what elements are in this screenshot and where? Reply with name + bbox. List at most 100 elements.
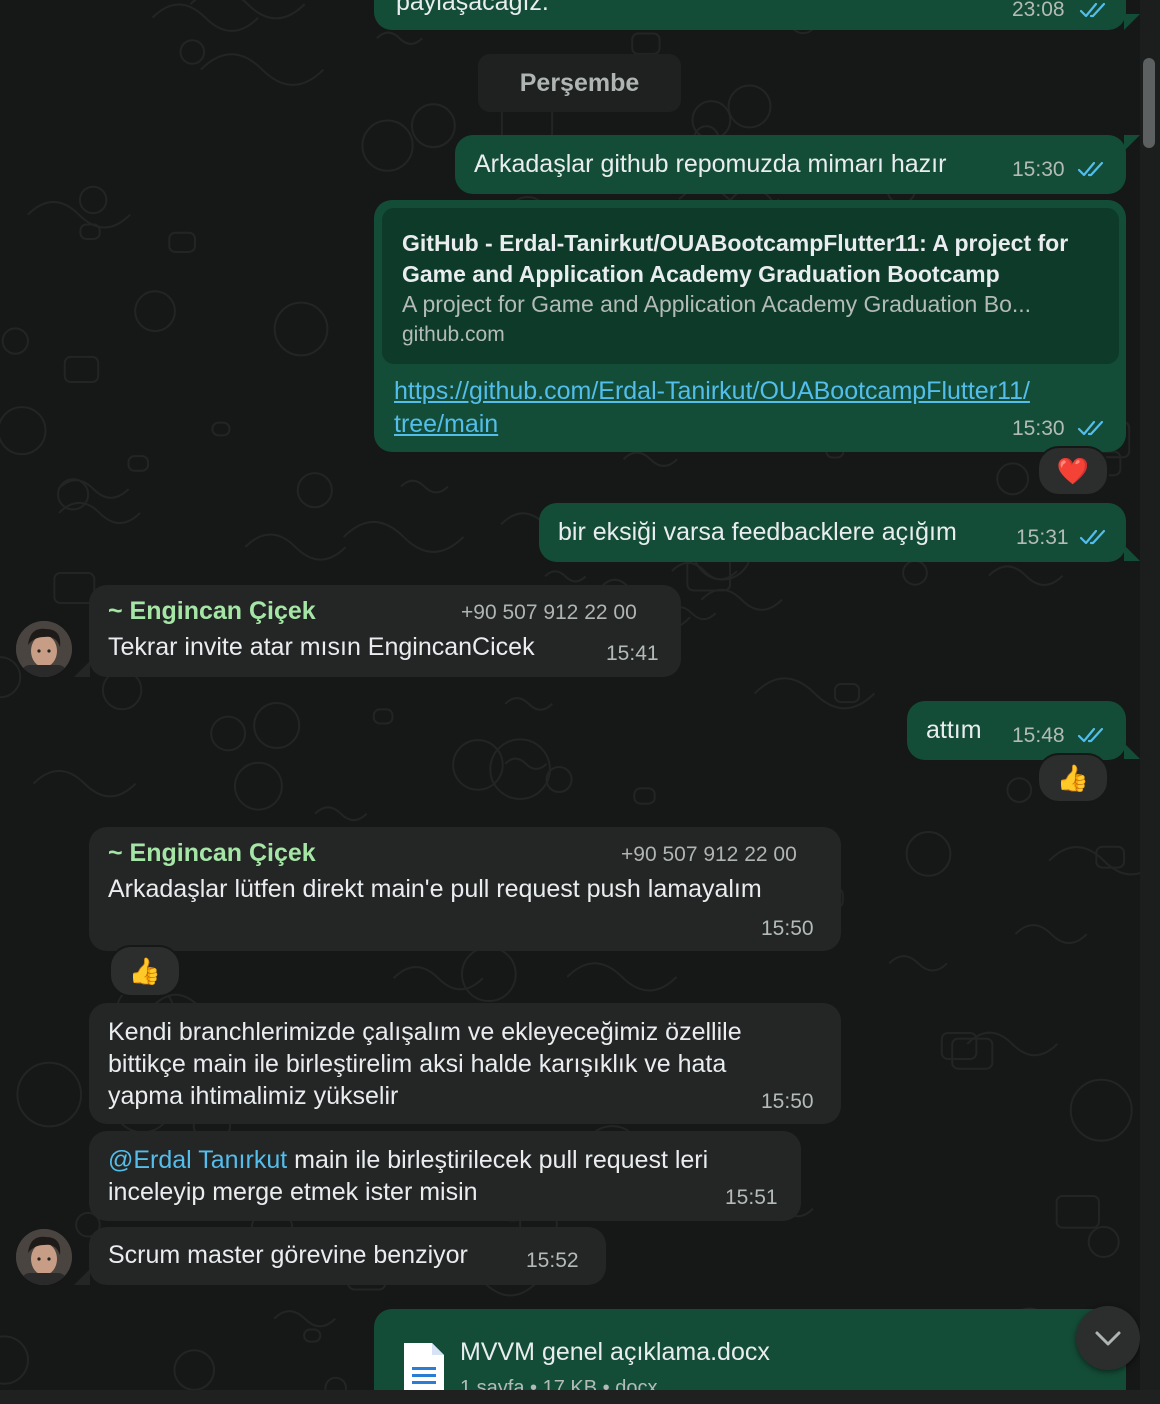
wallpaper-doodle: [303, 1328, 322, 1343]
wallpaper-doodle: [32, 770, 137, 798]
wallpaper-doodle: [168, 231, 196, 253]
wallpaper-doodle: [940, 1032, 978, 1060]
wallpaper-doodle: [57, 478, 90, 511]
thumbs-up-reaction: 👍: [128, 955, 162, 986]
bubble-tail: [1124, 545, 1140, 561]
heart-reaction: ❤️: [1056, 455, 1090, 486]
sender-name[interactable]: ~ Engincan Çiçek: [108, 839, 316, 868]
wallpaper-doodle: [1014, 924, 1088, 944]
message-time: 15:50: [761, 1090, 814, 1113]
avatar[interactable]: [16, 621, 72, 677]
wallpaper-doodle: [888, 955, 948, 972]
message-incoming[interactable]: Scrum master görevine benziyor 15:52: [89, 1227, 606, 1285]
bubble-tail: [1124, 135, 1140, 151]
wallpaper-doodle: [211, 421, 231, 437]
wallpaper-doodle: [966, 1031, 1058, 1057]
message-time: 15:30: [1012, 158, 1065, 181]
wallpaper-doodle: [78, 185, 108, 215]
message-incoming[interactable]: ~ Engincan Çiçek +90 507 912 22 00 Arkad…: [89, 827, 841, 951]
message-text-line: Kendi branchlerimizde çalışalım ve ekley…: [108, 1018, 742, 1046]
mention[interactable]: @Erdal Tanırkut: [108, 1146, 287, 1174]
message-link[interactable]: tree/main: [394, 408, 498, 440]
message-outgoing-link[interactable]: GitHub - Erdal-Tanirkut/OUABootcampFlutt…: [374, 200, 1126, 452]
wallpaper-doodle: [686, 557, 732, 592]
window-bottom-edge: [0, 1390, 1160, 1404]
message-link[interactable]: https://github.com/Erdal-Tanirkut/OUABoo…: [394, 375, 1030, 407]
message-incoming[interactable]: @Erdal Tanırkut main ile birleştirilecek…: [89, 1131, 801, 1221]
message-text-line: @Erdal Tanırkut main ile birleştirilecek…: [108, 1144, 708, 1176]
wallpaper-doodle: [1095, 845, 1126, 869]
message-incoming[interactable]: Kendi branchlerimizde çalışalım ve ekley…: [89, 1003, 841, 1124]
message-incoming[interactable]: ~ Engincan Çiçek +90 507 912 22 00 Tekra…: [89, 585, 681, 677]
wallpaper-doodle: [1048, 846, 1140, 876]
message-text: Scrum master görevine benziyor: [108, 1241, 468, 1269]
message-outgoing[interactable]: attım 15:48: [907, 701, 1126, 760]
wallpaper-doodle: [700, 588, 783, 611]
scrollbar-track[interactable]: [1140, 0, 1160, 1404]
wallpaper-doodle: [996, 462, 1030, 496]
double-check-icon: [1079, 0, 1109, 20]
wallpaper-doodle: [833, 683, 861, 704]
message-text: main ile birleştirilecek pull request le…: [287, 1146, 709, 1174]
message-outgoing[interactable]: Arkadaşlar github repomuzda mimarı hazır…: [455, 135, 1126, 194]
link-preview-card[interactable]: GitHub - Erdal-Tanirkut/OUABootcampFlutt…: [382, 208, 1119, 364]
message-time: 15:41: [606, 642, 659, 665]
wallpaper-doodle: [58, 501, 141, 525]
avatar[interactable]: [16, 1229, 72, 1285]
wallpaper-doodle: [0, 406, 47, 456]
wallpaper-doodle: [134, 290, 176, 333]
message-outgoing[interactable]: paylaşacağız. 23:08: [374, 0, 1126, 30]
reaction-badge[interactable]: ❤️: [1037, 446, 1109, 496]
wallpaper-doodle: [753, 677, 876, 710]
thumbs-up-reaction: 👍: [1056, 762, 1090, 793]
double-check-icon: [1077, 725, 1107, 745]
message-time: 15:30: [1012, 417, 1065, 440]
wallpaper-doodle: [273, 1310, 336, 1328]
wallpaper-doodle: [566, 962, 678, 992]
wallpaper-doodle: [244, 533, 347, 561]
wallpaper-doodle: [1069, 1078, 1133, 1142]
wallpaper-doodle: [372, 708, 394, 725]
wallpaper-doodle: [504, 697, 553, 711]
file-name[interactable]: MVVM genel açıklama.docx: [460, 1336, 770, 1368]
wallpaper-doodle: [0, 1335, 29, 1385]
wallpaper-doodle: [545, 765, 573, 794]
message-text-line: bittikçe main ile birleştirelim aksi hal…: [108, 1050, 727, 1078]
wallpaper-doodle: [1, 327, 30, 355]
sender-name[interactable]: ~ Engincan Çiçek: [108, 597, 316, 626]
document-icon: [402, 1341, 446, 1390]
message-text: attım: [926, 716, 982, 744]
reaction-badge[interactable]: 👍: [109, 945, 181, 997]
bubble-tail: [1124, 14, 1140, 30]
message-time: 15:51: [725, 1186, 778, 1209]
wallpaper-doodle: [633, 787, 656, 805]
link-preview-description: A project for Game and Application Acade…: [402, 291, 1032, 317]
wallpaper-doodle: [376, 31, 423, 45]
scroll-down-button[interactable]: [1076, 1306, 1140, 1370]
wallpaper-doodle: [189, 0, 306, 20]
wallpaper-doodle: [361, 119, 414, 172]
reaction-badge[interactable]: 👍: [1037, 753, 1109, 803]
wallpaper-doodle: [489, 738, 551, 800]
message-outgoing[interactable]: bir eksiği varsa feedbacklere açığım 15:…: [539, 503, 1126, 562]
link-preview-domain: github.com: [402, 323, 505, 346]
message-text: Arkadaşlar github repomuzda mimarı hazır: [474, 150, 947, 178]
wallpaper-doodle: [233, 761, 283, 811]
message-time: 15:52: [526, 1249, 579, 1272]
wallpaper-doodle: [127, 455, 150, 472]
wallpaper-doodle: [57, 479, 130, 499]
wallpaper-doodle: [79, 223, 101, 240]
chat-panel[interactable]: paylaşacağız. 23:08 Perşembe Arkadaşlar …: [0, 0, 1140, 1390]
message-text: Tekrar invite atar mısın EngincanCicek: [108, 633, 535, 661]
scrollbar-thumb[interactable]: [1143, 58, 1155, 148]
message-outgoing-file[interactable]: MVVM genel açıklama.docx 1 sayfa • 17 KB…: [374, 1309, 1126, 1390]
wallpaper-doodle: [988, 565, 1064, 586]
wallpaper-doodle: [400, 479, 449, 494]
wallpaper-doodle: [905, 830, 952, 877]
double-check-icon: [1077, 418, 1107, 438]
message-text: Arkadaşlar lütfen direkt main'e pull req…: [108, 875, 762, 903]
link-preview-title: Game and Application Academy Graduation …: [402, 261, 1000, 287]
wallpaper-doodle: [342, 521, 465, 553]
bubble-tail: [74, 661, 90, 677]
message-text-line: yapma ihtimalimiz yükselir: [108, 1082, 399, 1110]
